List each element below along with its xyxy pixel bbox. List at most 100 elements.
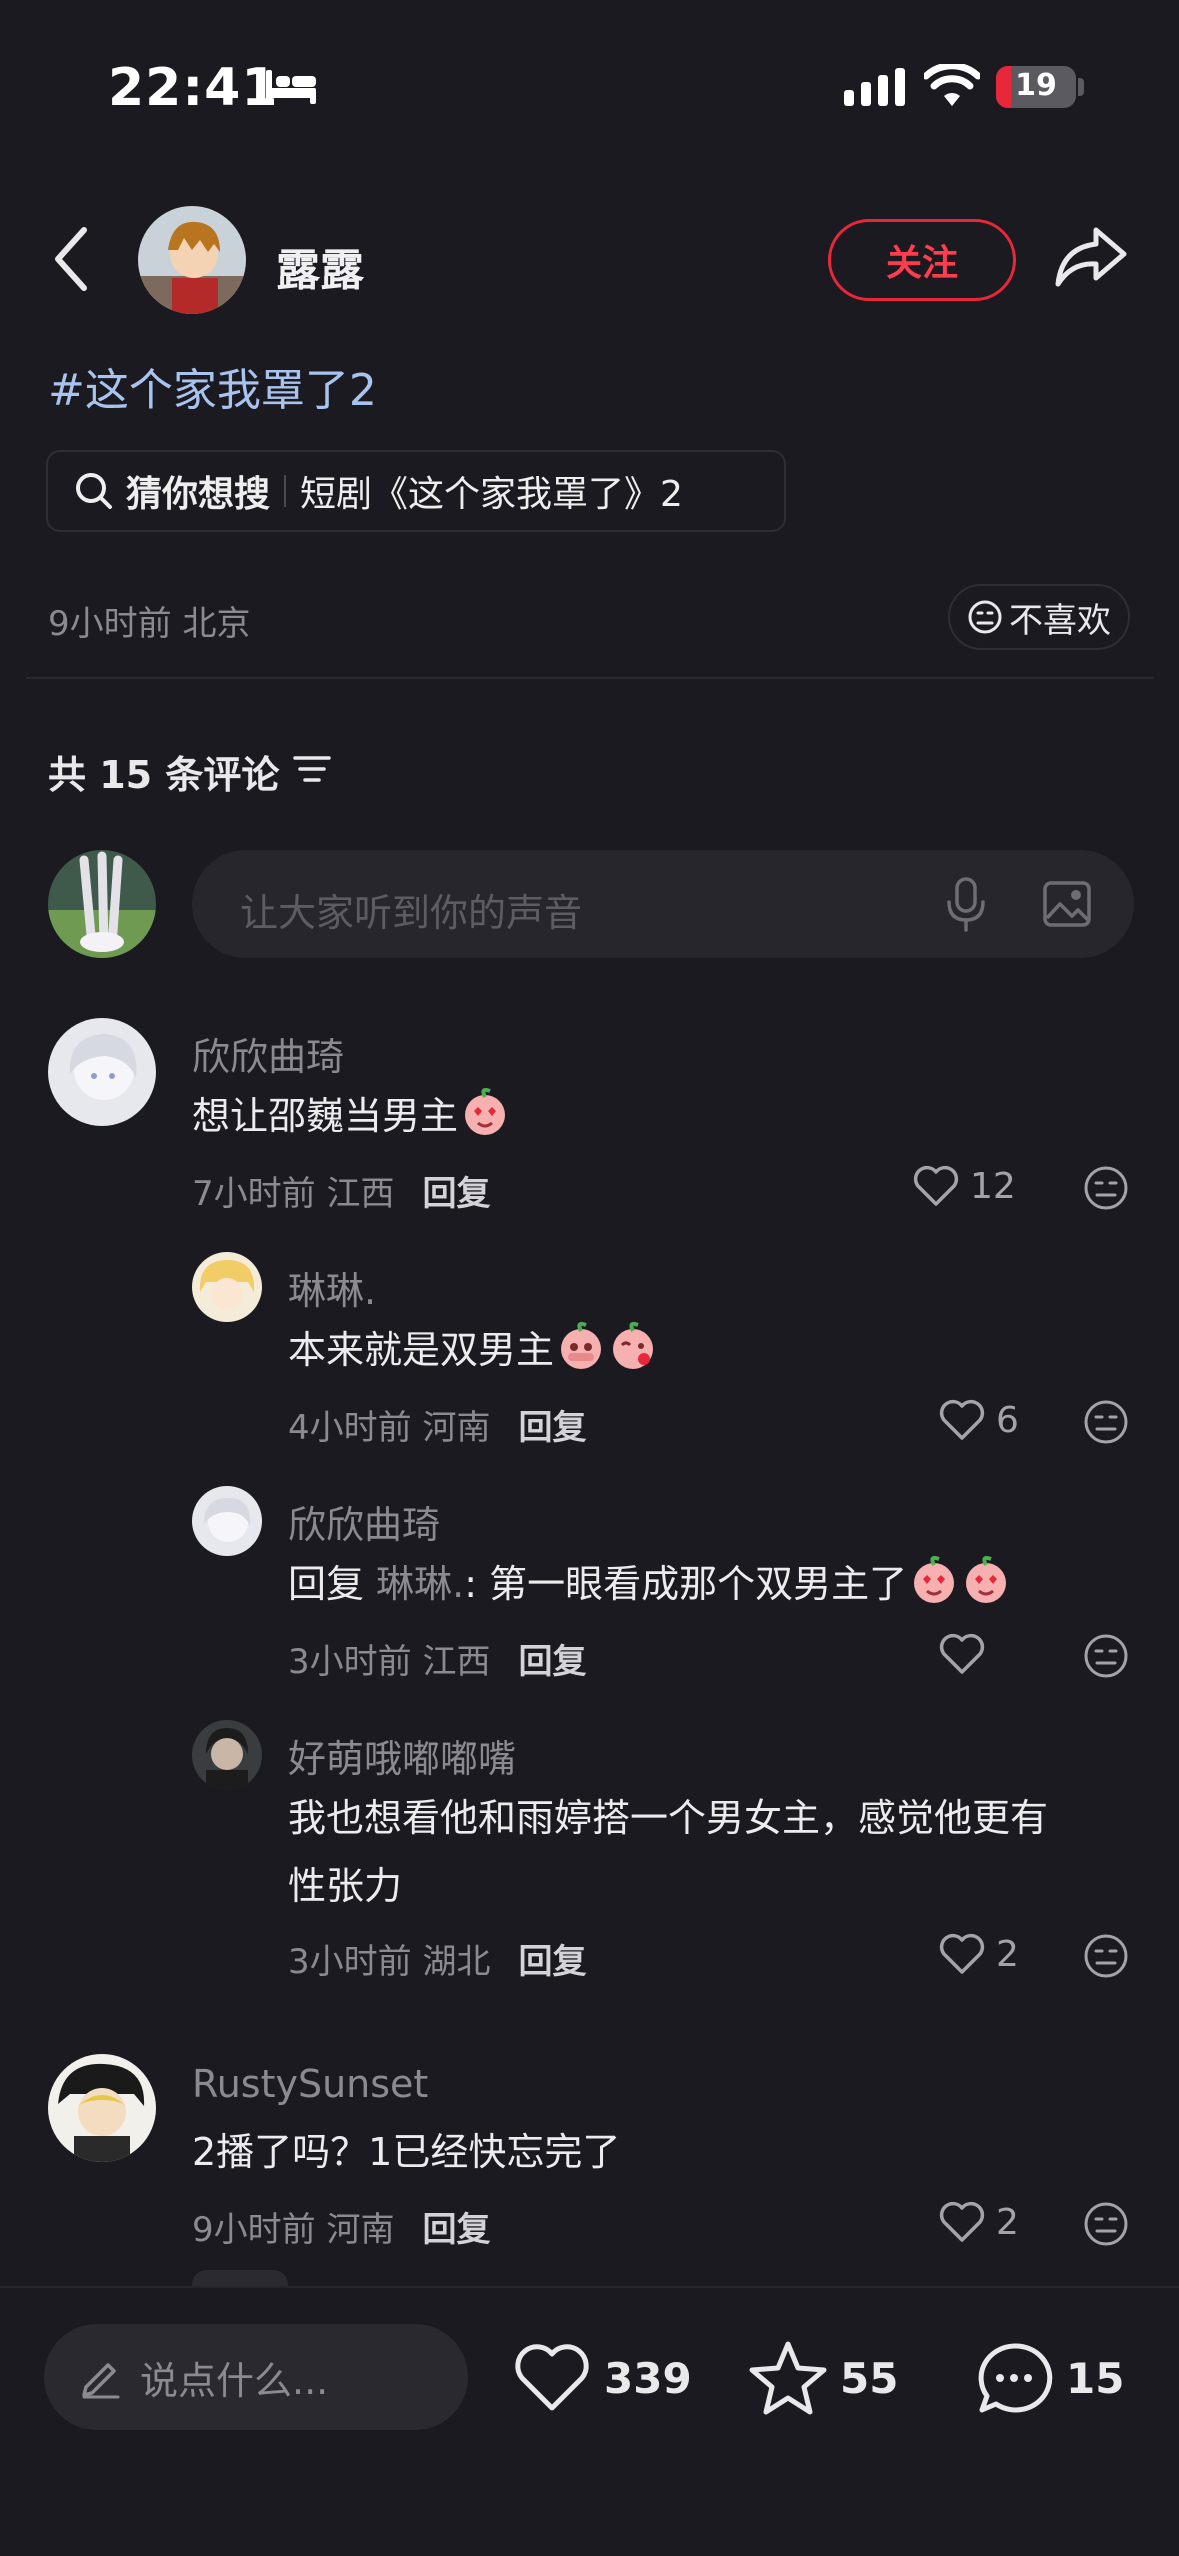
heart-icon (515, 2344, 589, 2411)
dislike-face-icon[interactable] (1082, 1398, 1130, 1446)
search-separator (284, 475, 287, 507)
battery-percentage: 19 (1015, 68, 1057, 103)
favorite-button[interactable]: 55 (748, 2328, 898, 2428)
reply-meta-row: 3小时前 湖北 回复 (288, 1934, 586, 1983)
reply-text: 回复 琳琳.: 第一眼看成那个双男主了 (288, 1550, 1011, 1618)
dislike-face-icon[interactable] (1082, 1164, 1130, 1212)
say-something-placeholder: 说点什么... (140, 2358, 329, 2403)
back-icon[interactable] (50, 224, 94, 294)
like-count: 339 (604, 2353, 692, 2403)
my-avatar[interactable] (48, 850, 156, 958)
post-hashtag[interactable]: #这个家我罩了2 (48, 354, 377, 418)
comment-like-count: 2 (996, 2201, 1019, 2243)
neutral-face-icon (968, 600, 1002, 634)
comment-button[interactable]: 15 (974, 2328, 1124, 2428)
reply-meta-row: 4小时前 河南 回复 (288, 1400, 586, 1449)
comment-avatar[interactable] (48, 2054, 156, 2162)
shy-emoji (561, 1321, 602, 1369)
status-time: 22:41 (108, 58, 279, 118)
comment-meta-row: 7小时前 江西 回复 (192, 1166, 490, 1215)
heart-icon (939, 1399, 985, 1440)
star-icon (749, 2341, 827, 2415)
say-something-input[interactable]: 说点什么... (44, 2324, 468, 2430)
comment-input[interactable]: 让大家听到你的声音 (192, 850, 1134, 958)
comment-input-placeholder: 让大家听到你的声音 (240, 891, 583, 935)
kiss-emoji (613, 1321, 654, 1369)
reply-body: 本来就是双男主 (288, 1328, 555, 1372)
bed-icon (266, 70, 316, 104)
heart-eyes-emoji (966, 1555, 1007, 1603)
pencil-icon (82, 2363, 120, 2399)
comment-body: 想让邵巍当男主 (192, 1094, 459, 1138)
share-icon[interactable] (1054, 224, 1128, 290)
reply-like-count: 2 (996, 1933, 1019, 1975)
reply-username[interactable]: 好萌哦嘟嘟嘴 (288, 1728, 516, 1783)
sort-icon[interactable] (292, 752, 332, 786)
comment-meta: 9小时前 河南 (192, 2210, 395, 2250)
dislike-button[interactable]: 不喜欢 (948, 584, 1130, 650)
comment-username[interactable]: 欣欣曲琦 (192, 1026, 344, 1081)
reply-target-user[interactable]: 琳琳. (376, 1562, 464, 1606)
bottom-action-bar: 说点什么... 339 55 15 (0, 2286, 1179, 2556)
comment-text: 2播了吗？1已经快忘完了 (192, 2130, 621, 2174)
reply-prefix: 回复 (288, 1562, 365, 1606)
reply-meta: 3小时前 湖北 (288, 1942, 491, 1982)
reply-username[interactable]: 欣欣曲琦 (288, 1494, 440, 1549)
reply-body: : 第一眼看成那个双男主了 (464, 1562, 908, 1606)
comment-like-button[interactable]: 12 (912, 1164, 1016, 1208)
reply-button[interactable]: 回复 (422, 2210, 490, 2250)
reply-avatar[interactable] (192, 1720, 262, 1790)
comment-meta-row: 9小时前 河南 回复 (192, 2202, 490, 2251)
reply-body-line2: 性张力 (288, 1864, 403, 1908)
reply-text: 我也想看他和雨婷搭一个男女主，感觉他更有 性张力 (288, 1784, 1048, 1920)
reply-username[interactable]: 琳琳. (288, 1260, 376, 1315)
author-avatar[interactable] (138, 206, 246, 314)
author-name[interactable]: 露露 (276, 234, 364, 298)
reply-button[interactable]: 回复 (518, 1408, 586, 1448)
like-button[interactable]: 339 (512, 2328, 692, 2428)
heart-icon (939, 1633, 985, 1674)
heart-eyes-emoji (465, 1087, 506, 1135)
suggested-search-chip[interactable]: 猜你想搜 短剧《这个家我罩了》2 (46, 450, 786, 532)
battery-tip (1078, 78, 1084, 96)
dislike-face-icon[interactable] (1082, 1632, 1130, 1680)
reply-like-count: 6 (996, 1399, 1019, 1441)
image-icon[interactable] (1042, 880, 1092, 928)
comment-username[interactable]: RustySunset (192, 2062, 428, 2106)
heart-icon (913, 1165, 959, 1206)
battery-icon: 19 (996, 66, 1076, 108)
comment-count: 15 (1066, 2353, 1125, 2403)
divider (26, 677, 1154, 679)
comment-bubble-icon (978, 2343, 1053, 2413)
reply-like-button[interactable]: 6 (938, 1398, 1019, 1442)
comment-avatar[interactable] (48, 1018, 156, 1126)
search-suggestion-query: 短剧《这个家我罩了》2 (300, 474, 683, 515)
comment-meta: 7小时前 江西 (192, 1174, 395, 1214)
reply-meta: 4小时前 河南 (288, 1408, 491, 1448)
comment-text: 想让邵巍当男主 (192, 1082, 510, 1150)
wifi-icon (924, 64, 980, 106)
comment-like-button[interactable]: 2 (938, 2200, 1019, 2244)
reply-body-line1: 我也想看他和雨婷搭一个男女主，感觉他更有 (288, 1796, 1049, 1840)
microphone-icon[interactable] (944, 876, 988, 932)
reply-text: 本来就是双男主 (288, 1316, 658, 1384)
reply-like-button[interactable]: 2 (938, 1932, 1019, 1976)
dislike-label: 不喜欢 (1009, 600, 1111, 641)
reply-avatar[interactable] (192, 1486, 262, 1556)
heart-eyes-emoji (914, 1555, 955, 1603)
follow-button[interactable]: 关注 (828, 219, 1016, 301)
reply-meta: 3小时前 江西 (288, 1642, 491, 1682)
reply-avatar[interactable] (192, 1252, 262, 1322)
reply-button[interactable]: 回复 (422, 1174, 490, 1214)
post-meta: 9小时前 北京 (48, 604, 251, 644)
search-suggestion-label: 猜你想搜 (126, 474, 271, 515)
comment-like-count: 12 (970, 1165, 1016, 1207)
dislike-face-icon[interactable] (1082, 1932, 1130, 1980)
dislike-face-icon[interactable] (1082, 2200, 1130, 2248)
reply-like-button[interactable] (938, 1632, 996, 1676)
reply-meta-row: 3小时前 江西 回复 (288, 1634, 586, 1683)
reply-button[interactable]: 回复 (518, 1642, 586, 1682)
favorite-count: 55 (840, 2353, 899, 2403)
reply-button[interactable]: 回复 (518, 1942, 586, 1982)
comment-count-title: 共 15 条评论 (48, 753, 280, 797)
